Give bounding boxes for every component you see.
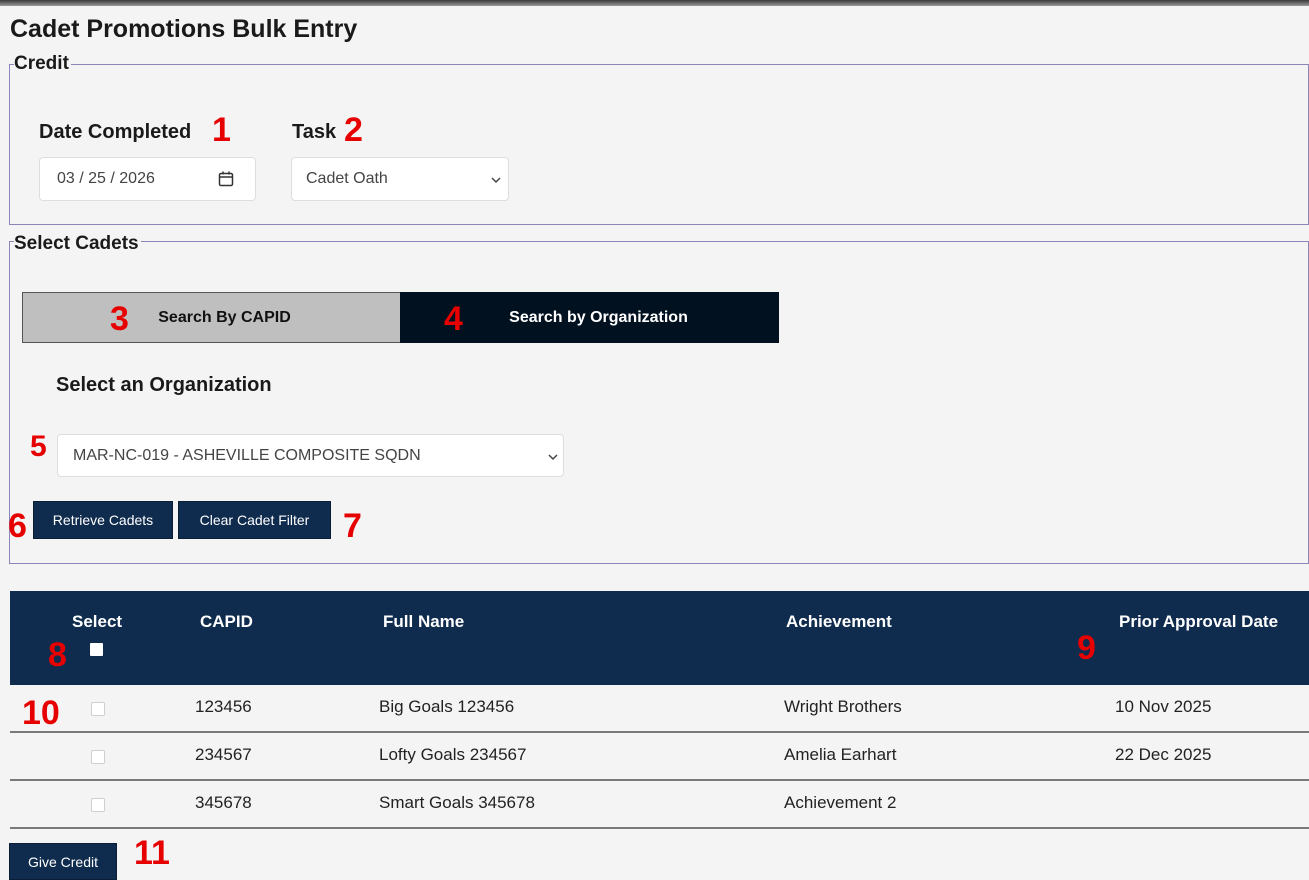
cell-capid: 345678 — [195, 793, 252, 812]
chevron-down-icon — [491, 177, 501, 184]
select-organization-label: Select an Organization — [56, 374, 272, 396]
organization-value: MAR-NC-019 - ASHEVILLE COMPOSITE SQDN — [73, 446, 421, 464]
give-credit-button[interactable]: Give Credit — [9, 843, 117, 880]
task-label: Task — [292, 121, 337, 143]
header-capid: CAPID — [200, 612, 253, 631]
clear-cadet-filter-button[interactable]: Clear Cadet Filter — [178, 501, 331, 539]
cell-full-name: Smart Goals 345678 — [379, 793, 535, 812]
marker-6: 6 — [8, 507, 27, 545]
cell-achievement: Wright Brothers — [784, 697, 902, 716]
credit-legend: Credit — [14, 53, 71, 75]
marker-1: 1 — [212, 111, 231, 149]
marker-2: 2 — [344, 111, 363, 149]
cell-prior-approval-date: 10 Nov 2025 — [1115, 697, 1212, 716]
marker-8: 8 — [48, 636, 67, 674]
cell-capid: 123456 — [195, 697, 252, 716]
select-all-checkbox[interactable] — [90, 643, 103, 656]
row-checkbox[interactable] — [91, 798, 105, 812]
cell-prior-approval-date: 22 Dec 2025 — [1115, 745, 1212, 764]
marker-11: 11 — [134, 834, 170, 872]
marker-7: 7 — [343, 507, 362, 545]
date-completed-input[interactable]: 03 / 25 / 2026 — [39, 157, 256, 201]
header-full-name: Full Name — [383, 612, 465, 631]
tab-search-by-capid[interactable]: Search By CAPID — [22, 292, 401, 343]
page-title: Cadet Promotions Bulk Entry — [10, 15, 358, 43]
cell-capid: 234567 — [195, 745, 252, 764]
header-achievement: Achievement — [786, 612, 892, 631]
table-header: Select CAPID Full Name Achievement Prior… — [10, 591, 1309, 685]
tab-capid-label: Search By CAPID — [158, 308, 291, 326]
date-value: 03 / 25 / 2026 — [57, 170, 155, 187]
table-row: 123456 Big Goals 123456 Wright Brothers … — [10, 685, 1309, 733]
marker-4: 4 — [444, 300, 463, 338]
marker-3: 3 — [110, 300, 129, 338]
table-row: 234567 Lofty Goals 234567 Amelia Earhart… — [10, 733, 1309, 781]
select-cadets-legend: Select Cadets — [14, 233, 141, 255]
calendar-icon[interactable] — [218, 171, 234, 187]
cell-full-name: Lofty Goals 234567 — [379, 745, 527, 764]
marker-10: 10 — [22, 694, 60, 732]
retrieve-cadets-button[interactable]: Retrieve Cadets — [33, 501, 173, 539]
chevron-down-icon — [548, 454, 558, 461]
table-row: 345678 Smart Goals 345678 Achievement 2 — [10, 781, 1309, 829]
organization-select[interactable]: MAR-NC-019 - ASHEVILLE COMPOSITE SQDN — [57, 434, 564, 477]
cell-achievement: Achievement 2 — [784, 793, 897, 812]
date-completed-label: Date Completed — [39, 121, 192, 143]
row-checkbox[interactable] — [91, 702, 105, 716]
task-select[interactable]: Cadet Oath — [291, 157, 509, 201]
cell-achievement: Amelia Earhart — [784, 745, 897, 764]
header-select: Select — [72, 612, 123, 631]
marker-9: 9 — [1077, 629, 1096, 667]
header-prior-approval-date: Prior Approval Date — [1119, 612, 1279, 631]
tab-org-label: Search by Organization — [509, 308, 688, 326]
top-border — [0, 0, 1309, 6]
task-value: Cadet Oath — [306, 170, 388, 187]
row-checkbox[interactable] — [91, 750, 105, 764]
cell-full-name: Big Goals 123456 — [379, 697, 515, 716]
marker-5: 5 — [30, 430, 47, 463]
